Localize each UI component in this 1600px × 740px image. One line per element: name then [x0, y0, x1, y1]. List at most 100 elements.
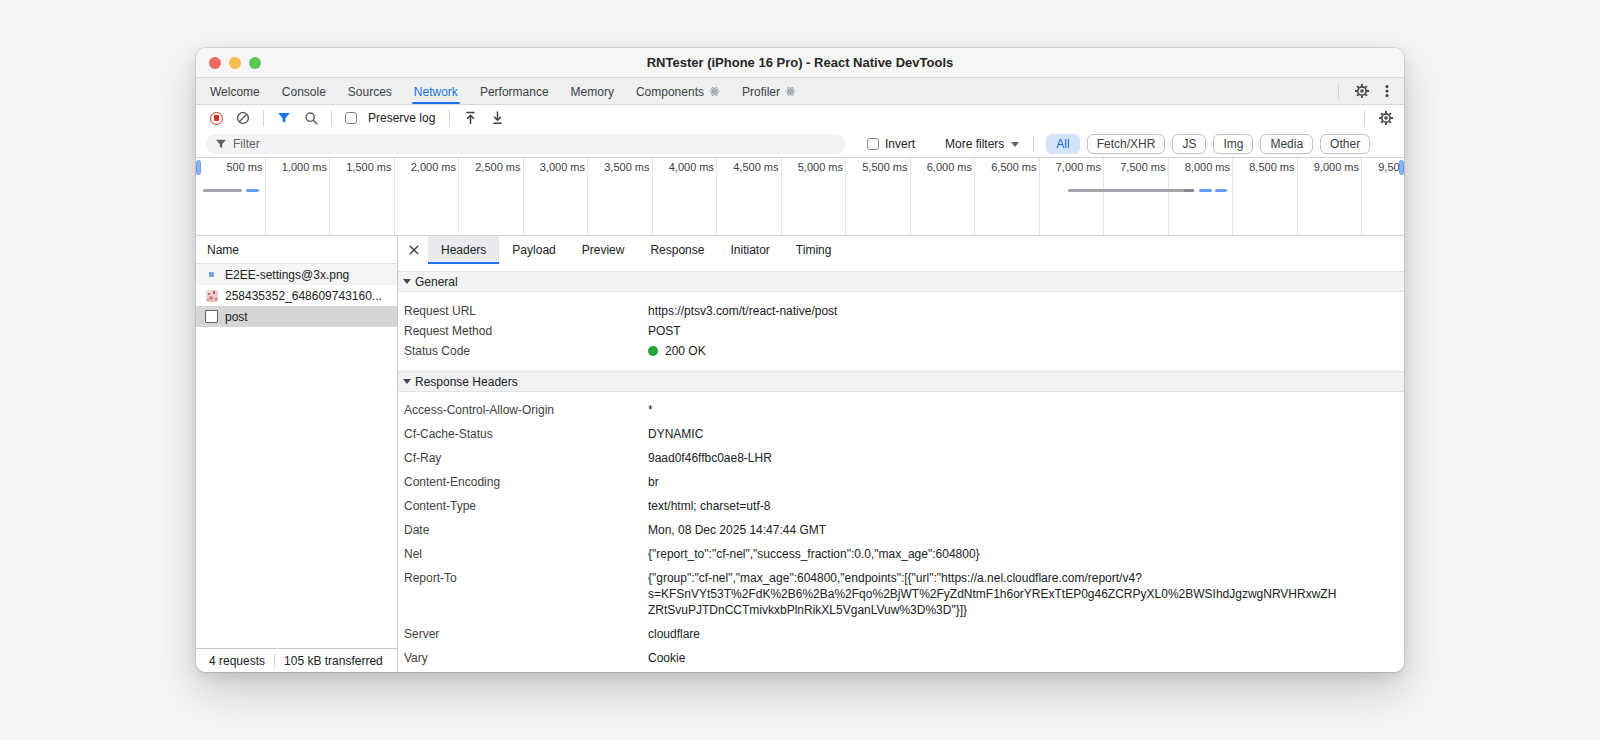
timeline-activity-dash	[1215, 189, 1227, 192]
preserve-log-checkbox[interactable]	[345, 112, 357, 124]
detail-tab[interactable]: Preview	[569, 236, 638, 264]
general-section-header[interactable]: General	[398, 271, 1404, 292]
main-tab[interactable]: Profiler	[731, 78, 807, 104]
invert-label[interactable]: Invert	[885, 137, 915, 151]
import-har-icon[interactable]	[459, 107, 481, 129]
timeline-activity-bar	[203, 189, 242, 192]
header-name: Content-Type	[404, 498, 648, 514]
name-column-header[interactable]: Name	[196, 236, 397, 264]
divider	[331, 110, 332, 126]
filter-input[interactable]: Filter	[206, 134, 845, 154]
settings-gear-icon[interactable]	[1354, 83, 1370, 99]
request-type-pill[interactable]: All	[1046, 134, 1079, 154]
header-name: Content-Encoding	[404, 474, 648, 490]
detail-tab[interactable]: Timing	[783, 236, 845, 264]
main-tab[interactable]: Components	[625, 78, 731, 104]
clear-button[interactable]	[232, 107, 254, 129]
detail-tab-bar: Headers Payload Preview Response Initiat…	[398, 236, 1404, 264]
filter-funnel-icon[interactable]	[273, 107, 295, 129]
main-tab-label: Console	[282, 85, 326, 99]
main-tab-bar: Welcome Console Sources Network	[196, 78, 1404, 105]
search-icon[interactable]	[300, 107, 322, 129]
timeline-activity-dash	[1199, 189, 1211, 192]
more-menu-icon[interactable]	[1380, 83, 1394, 99]
detail-tab[interactable]: Response	[637, 236, 717, 264]
timeline-tick-label: 6,000 ms	[911, 158, 976, 235]
close-details-icon[interactable]	[400, 236, 428, 264]
main-tab[interactable]: Memory	[560, 78, 625, 104]
request-type-pill[interactable]: Fetch/XHR	[1087, 134, 1166, 154]
timeline-tick-label: 2,000 ms	[395, 158, 460, 235]
header-name: Request Method	[404, 323, 648, 339]
more-filters-dropdown[interactable]: More filters	[945, 137, 1019, 151]
header-row: Server cloudflare	[398, 622, 1404, 646]
main-tab-label: Performance	[480, 85, 549, 99]
header-value: br	[648, 474, 1394, 490]
timeline-tick-label: 5,500 ms	[846, 158, 911, 235]
minimize-window-button[interactable]	[229, 57, 241, 69]
zoom-window-button[interactable]	[249, 57, 261, 69]
header-value: Cookie	[648, 650, 1394, 666]
request-type-pills: All Fetch/XHR JS Img Media Other	[1046, 134, 1370, 154]
timeline-overview[interactable]: 500 ms 1,000 ms 1,500 ms 2,000 ms 2,500 …	[196, 158, 1404, 236]
header-value: *	[648, 402, 1394, 418]
header-value-text: text/html; charset=utf-8	[648, 499, 770, 513]
header-value-text: 9aad0f46ffbc0ae8-LHR	[648, 451, 772, 465]
request-type-pill[interactable]: Other	[1320, 134, 1370, 154]
header-value-text: 200 OK	[665, 344, 706, 358]
request-type-pill[interactable]: Img	[1213, 134, 1253, 154]
header-value: Mon, 08 Dec 2025 14:47:44 GMT	[648, 522, 1394, 538]
invert-checkbox[interactable]	[867, 138, 879, 150]
network-settings-gear-icon[interactable]	[1378, 110, 1394, 126]
header-name: Access-Control-Allow-Origin	[404, 402, 648, 418]
header-name: Report-To	[404, 570, 648, 618]
react-atom-icon	[785, 86, 796, 97]
header-name: Date	[404, 522, 648, 538]
timeline-tick-label: 8,500 ms	[1233, 158, 1298, 235]
request-row[interactable]: 258435352_648609743160...	[196, 285, 397, 306]
request-row[interactable]: post	[196, 306, 397, 327]
main-tab-label: Sources	[348, 85, 392, 99]
request-name: 258435352_648609743160...	[225, 289, 382, 303]
divider	[1033, 136, 1034, 152]
timeline-right-handle[interactable]	[1399, 160, 1404, 175]
request-list: E2EE-settings@3x.png 258435352_648609743…	[196, 264, 397, 648]
timeline-tick-label: 8,000 ms	[1169, 158, 1234, 235]
title-bar: RNTester (iPhone 16 Pro) - React Native …	[196, 48, 1404, 78]
header-name: Status Code	[404, 343, 648, 359]
request-row[interactable]: E2EE-settings@3x.png	[196, 264, 397, 285]
request-details-panel: Headers Payload Preview Response Initiat…	[398, 236, 1404, 672]
main-tab-label: Network	[414, 85, 458, 99]
tab-bar-actions	[1338, 78, 1404, 104]
export-har-icon[interactable]	[486, 107, 508, 129]
header-name: Server	[404, 626, 648, 642]
header-row: Request URL https://ptsv3.com/t/react-na…	[398, 301, 1404, 321]
detail-tabs: Headers Payload Preview Response Initiat…	[428, 236, 844, 264]
divider	[1338, 83, 1339, 99]
header-value-text: Mon, 08 Dec 2025 14:47:44 GMT	[648, 523, 826, 537]
request-type-pill[interactable]: Media	[1260, 134, 1313, 154]
main-tab[interactable]: Sources	[337, 78, 403, 104]
header-value-text: https://ptsv3.com/t/react-native/post	[648, 304, 837, 318]
close-window-button[interactable]	[209, 57, 221, 69]
detail-tab[interactable]: Payload	[499, 236, 568, 264]
record-button[interactable]	[210, 112, 223, 125]
timeline-activity-dash	[246, 189, 260, 192]
devtools-window: RNTester (iPhone 16 Pro) - React Native …	[196, 48, 1404, 672]
response-headers-section-header[interactable]: Response Headers	[398, 371, 1404, 392]
timeline-left-handle[interactable]	[196, 160, 201, 175]
header-value: 9aad0f46ffbc0ae8-LHR	[648, 450, 1394, 466]
request-type-pill[interactable]: JS	[1172, 134, 1206, 154]
main-tab-label: Memory	[571, 85, 614, 99]
main-tab[interactable]: Network	[403, 78, 469, 104]
main-tab[interactable]: Console	[271, 78, 337, 104]
detail-tab[interactable]: Initiator	[717, 236, 782, 264]
divider	[274, 654, 275, 668]
main-tab[interactable]: Performance	[469, 78, 560, 104]
timeline-tick-label: 3,000 ms	[524, 158, 589, 235]
preserve-log-label[interactable]: Preserve log	[368, 111, 435, 125]
main-tab[interactable]: Welcome	[199, 78, 271, 104]
detail-tab[interactable]: Headers	[428, 236, 499, 264]
section-title: Response Headers	[415, 375, 518, 389]
header-row: Cf-Ray 9aad0f46ffbc0ae8-LHR	[398, 446, 1404, 470]
